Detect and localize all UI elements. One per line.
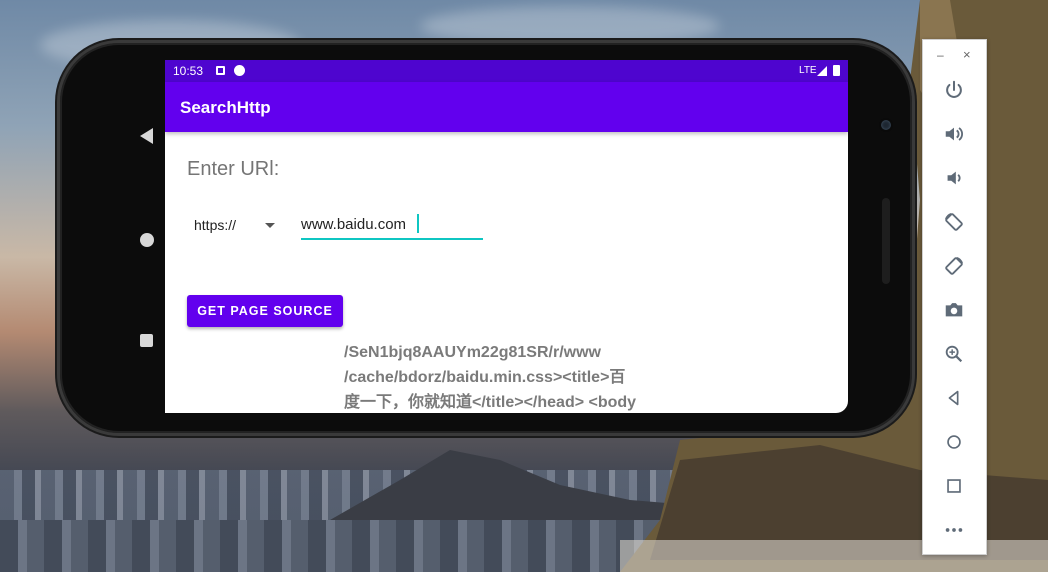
text-caret: [417, 214, 419, 233]
nav-home-icon[interactable]: [140, 233, 154, 247]
back-icon[interactable]: [939, 383, 969, 413]
source-line: /cache/bdorz/baidu.min.css><title>百: [344, 369, 626, 386]
app-title: SearchHttp: [180, 98, 271, 117]
source-line: /SeN1bjq8AAUYm22g81SR/r/www: [344, 344, 601, 361]
battery-icon: [833, 65, 840, 76]
app-bar: SearchHttp: [165, 82, 848, 132]
front-camera: [879, 118, 893, 132]
page-source-text: /SeN1bjq8AAUYm22g81SR/r/www/cache/bdorz/…: [344, 340, 684, 413]
source-line: 度一下，你就知道</title></head> <body: [344, 394, 637, 411]
camera-icon[interactable]: [939, 295, 969, 325]
nav-back-icon[interactable]: [140, 128, 153, 144]
overview-icon[interactable]: [939, 471, 969, 501]
signal-icon: [817, 66, 827, 76]
more-icon[interactable]: [939, 515, 969, 545]
url-input[interactable]: [301, 210, 483, 240]
device-screen: 10:53 LTE SearchHttp Enter URl: https://…: [165, 60, 848, 413]
dropdown-arrow-icon: [265, 223, 275, 228]
protocol-spinner[interactable]: https://: [187, 208, 287, 238]
side-button: [882, 198, 890, 284]
status-bar: 10:53 LTE: [165, 60, 848, 82]
device-navbar: [134, 123, 166, 353]
rotate-right-icon[interactable]: [939, 251, 969, 281]
volume-up-icon[interactable]: [939, 119, 969, 149]
enter-url-label: Enter URl:: [187, 158, 280, 180]
zoom-icon[interactable]: [939, 339, 969, 369]
rotate-left-icon[interactable]: [939, 207, 969, 237]
status-time: 10:53: [173, 64, 204, 78]
minimize-button[interactable]: –: [937, 48, 944, 62]
nav-recents-icon[interactable]: [140, 334, 153, 347]
protocol-value: https://: [194, 217, 237, 233]
close-button[interactable]: ×: [963, 47, 971, 62]
notification-icon: [216, 66, 225, 75]
volume-down-icon[interactable]: [939, 163, 969, 193]
home-icon[interactable]: [939, 427, 969, 457]
emulator-toolbar: – ×: [922, 39, 987, 555]
network-type: LTE: [799, 65, 817, 76]
power-icon[interactable]: [939, 75, 969, 105]
get-page-source-button[interactable]: GET PAGE SOURCE: [187, 295, 343, 327]
app-notification-icon: [234, 65, 245, 76]
